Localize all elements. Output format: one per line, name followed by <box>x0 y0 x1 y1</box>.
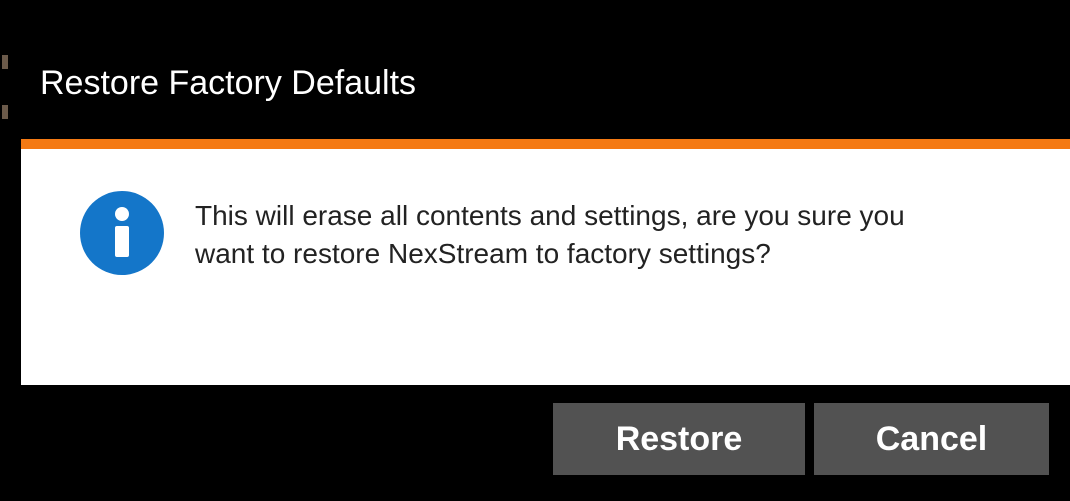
screen: Restore Factory Defaults This will erase… <box>0 0 1070 501</box>
dialog-message: This will erase all contents and setting… <box>195 200 905 269</box>
dialog-title: Restore Factory Defaults <box>40 64 417 102</box>
cancel-button[interactable]: Cancel <box>814 403 1049 475</box>
info-icon-glyph <box>115 207 129 257</box>
info-icon <box>80 191 164 275</box>
dialog-title-bar: Restore Factory Defaults <box>21 27 1070 139</box>
edge-mark <box>2 55 8 69</box>
dialog-footer: Restore Cancel <box>21 385 1070 501</box>
accent-bar <box>21 139 1070 149</box>
restore-factory-defaults-dialog: Restore Factory Defaults This will erase… <box>21 27 1070 501</box>
edge-mark <box>2 105 8 119</box>
restore-button[interactable]: Restore <box>553 403 805 475</box>
left-edge <box>0 27 21 501</box>
